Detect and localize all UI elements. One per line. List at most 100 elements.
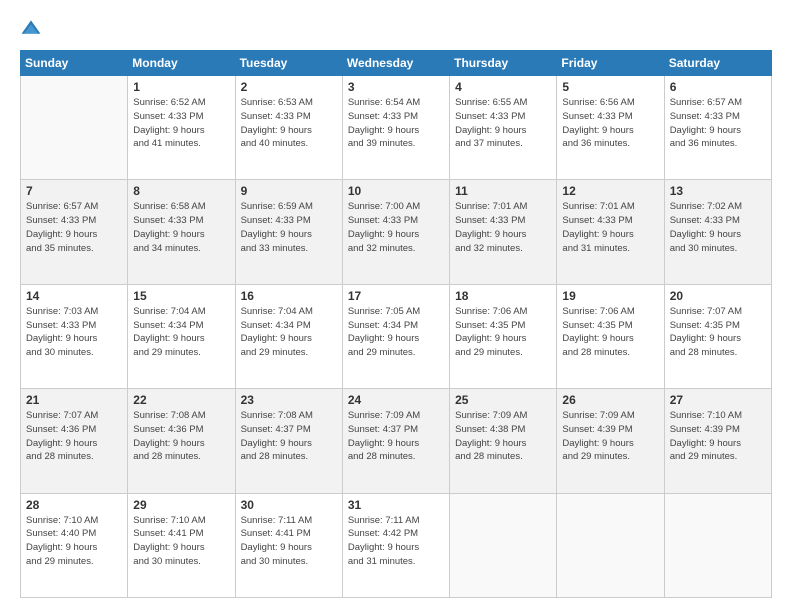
calendar-cell: 30 Sunrise: 7:11 AMSunset: 4:41 PMDayligh…: [235, 493, 342, 597]
calendar-table: SundayMondayTuesdayWednesdayThursdayFrid…: [20, 50, 772, 598]
day-number: 21: [26, 393, 122, 407]
calendar-week-row: 28Sunrise: 7:10 AMSunset: 4:40 PMDayligh…: [21, 493, 772, 597]
calendar-cell: 9 Sunrise: 6:59 AMSunset: 4:33 PMDaylight…: [235, 180, 342, 284]
day-number: 5: [562, 80, 658, 94]
logo: [20, 18, 46, 40]
calendar-cell: 12Sunrise: 7:01 AMSunset: 4:33 PMDayligh…: [557, 180, 664, 284]
day-info: Sunrise: 6:59 AMSunset: 4:33 PMDaylight:…: [241, 200, 337, 255]
calendar-cell: 3 Sunrise: 6:54 AMSunset: 4:33 PMDaylight…: [342, 76, 449, 180]
day-info: Sunrise: 7:06 AMSunset: 4:35 PMDaylight:…: [562, 305, 658, 360]
day-info: Sunrise: 6:56 AMSunset: 4:33 PMDaylight:…: [562, 96, 658, 151]
day-info: Sunrise: 7:04 AMSunset: 4:34 PMDaylight:…: [241, 305, 337, 360]
calendar-cell: 4Sunrise: 6:55 AMSunset: 4:33 PMDaylight…: [450, 76, 557, 180]
calendar-cell: 31 Sunrise: 7:11 AMSunset: 4:42 PMDayligh…: [342, 493, 449, 597]
day-of-week-header: Saturday: [664, 51, 771, 76]
calendar-cell: 7Sunrise: 6:57 AMSunset: 4:33 PMDaylight…: [21, 180, 128, 284]
calendar-cell: 21 Sunrise: 7:07 AMSunset: 4:36 PMDayligh…: [21, 389, 128, 493]
day-of-week-header: Sunday: [21, 51, 128, 76]
day-number: 14: [26, 289, 122, 303]
day-info: Sunrise: 7:11 AMSunset: 4:41 PMDaylight:…: [241, 514, 337, 569]
day-of-week-header: Thursday: [450, 51, 557, 76]
day-info: Sunrise: 7:08 AMSunset: 4:37 PMDaylight:…: [241, 409, 337, 464]
day-info: Sunrise: 6:57 AMSunset: 4:33 PMDaylight:…: [26, 200, 122, 255]
logo-icon: [20, 18, 42, 40]
calendar-cell: [21, 76, 128, 180]
day-info: Sunrise: 6:55 AMSunset: 4:33 PMDaylight:…: [455, 96, 551, 151]
day-info: Sunrise: 7:04 AMSunset: 4:34 PMDaylight:…: [133, 305, 229, 360]
day-info: Sunrise: 6:53 AMSunset: 4:33 PMDaylight:…: [241, 96, 337, 151]
day-number: 31: [348, 498, 444, 512]
day-info: Sunrise: 7:00 AMSunset: 4:33 PMDaylight:…: [348, 200, 444, 255]
calendar-cell: 11 Sunrise: 7:01 AMSunset: 4:33 PMDayligh…: [450, 180, 557, 284]
day-number: 20: [670, 289, 766, 303]
day-info: Sunrise: 7:09 AMSunset: 4:39 PMDaylight:…: [562, 409, 658, 464]
day-info: Sunrise: 6:52 AMSunset: 4:33 PMDaylight:…: [133, 96, 229, 151]
calendar-cell: 8 Sunrise: 6:58 AMSunset: 4:33 PMDaylight…: [128, 180, 235, 284]
calendar-cell: 15 Sunrise: 7:04 AMSunset: 4:34 PMDayligh…: [128, 284, 235, 388]
calendar-week-row: 7Sunrise: 6:57 AMSunset: 4:33 PMDaylight…: [21, 180, 772, 284]
calendar-cell: 26Sunrise: 7:09 AMSunset: 4:39 PMDayligh…: [557, 389, 664, 493]
day-number: 10: [348, 184, 444, 198]
day-info: Sunrise: 7:05 AMSunset: 4:34 PMDaylight:…: [348, 305, 444, 360]
day-number: 1: [133, 80, 229, 94]
calendar-cell: 13 Sunrise: 7:02 AMSunset: 4:33 PMDayligh…: [664, 180, 771, 284]
day-number: 3: [348, 80, 444, 94]
header: [20, 18, 772, 40]
day-of-week-header: Friday: [557, 51, 664, 76]
day-info: Sunrise: 7:09 AMSunset: 4:38 PMDaylight:…: [455, 409, 551, 464]
calendar-cell: 2 Sunrise: 6:53 AMSunset: 4:33 PMDaylight…: [235, 76, 342, 180]
calendar-cell: 24 Sunrise: 7:09 AMSunset: 4:37 PMDayligh…: [342, 389, 449, 493]
day-number: 18: [455, 289, 551, 303]
day-number: 13: [670, 184, 766, 198]
day-number: 19: [562, 289, 658, 303]
day-of-week-header: Monday: [128, 51, 235, 76]
calendar-cell: 19 Sunrise: 7:06 AMSunset: 4:35 PMDayligh…: [557, 284, 664, 388]
day-number: 30: [241, 498, 337, 512]
calendar-cell: 27 Sunrise: 7:10 AMSunset: 4:39 PMDayligh…: [664, 389, 771, 493]
day-info: Sunrise: 7:07 AMSunset: 4:35 PMDaylight:…: [670, 305, 766, 360]
day-info: Sunrise: 7:01 AMSunset: 4:33 PMDaylight:…: [455, 200, 551, 255]
day-number: 27: [670, 393, 766, 407]
calendar-cell: 23 Sunrise: 7:08 AMSunset: 4:37 PMDayligh…: [235, 389, 342, 493]
day-number: 16: [241, 289, 337, 303]
calendar-week-row: 14 Sunrise: 7:03 AMSunset: 4:33 PMDayligh…: [21, 284, 772, 388]
calendar-cell: [450, 493, 557, 597]
day-info: Sunrise: 7:11 AMSunset: 4:42 PMDaylight:…: [348, 514, 444, 569]
day-info: Sunrise: 7:06 AMSunset: 4:35 PMDaylight:…: [455, 305, 551, 360]
calendar-cell: 28Sunrise: 7:10 AMSunset: 4:40 PMDayligh…: [21, 493, 128, 597]
day-info: Sunrise: 7:10 AMSunset: 4:40 PMDaylight:…: [26, 514, 122, 569]
day-number: 6: [670, 80, 766, 94]
calendar-cell: 25 Sunrise: 7:09 AMSunset: 4:38 PMDayligh…: [450, 389, 557, 493]
day-info: Sunrise: 7:10 AMSunset: 4:39 PMDaylight:…: [670, 409, 766, 464]
day-number: 22: [133, 393, 229, 407]
day-number: 9: [241, 184, 337, 198]
day-of-week-header: Wednesday: [342, 51, 449, 76]
day-number: 17: [348, 289, 444, 303]
day-of-week-header: Tuesday: [235, 51, 342, 76]
calendar-cell: 6 Sunrise: 6:57 AMSunset: 4:33 PMDaylight…: [664, 76, 771, 180]
calendar-cell: 17 Sunrise: 7:05 AMSunset: 4:34 PMDayligh…: [342, 284, 449, 388]
page: SundayMondayTuesdayWednesdayThursdayFrid…: [0, 0, 792, 612]
day-number: 23: [241, 393, 337, 407]
day-number: 24: [348, 393, 444, 407]
day-info: Sunrise: 6:57 AMSunset: 4:33 PMDaylight:…: [670, 96, 766, 151]
day-number: 25: [455, 393, 551, 407]
day-number: 15: [133, 289, 229, 303]
day-info: Sunrise: 6:54 AMSunset: 4:33 PMDaylight:…: [348, 96, 444, 151]
day-info: Sunrise: 7:08 AMSunset: 4:36 PMDaylight:…: [133, 409, 229, 464]
day-info: Sunrise: 6:58 AMSunset: 4:33 PMDaylight:…: [133, 200, 229, 255]
calendar-cell: 29Sunrise: 7:10 AMSunset: 4:41 PMDayligh…: [128, 493, 235, 597]
calendar-week-row: 21 Sunrise: 7:07 AMSunset: 4:36 PMDayligh…: [21, 389, 772, 493]
day-number: 11: [455, 184, 551, 198]
day-number: 8: [133, 184, 229, 198]
day-info: Sunrise: 7:02 AMSunset: 4:33 PMDaylight:…: [670, 200, 766, 255]
calendar-week-row: 1 Sunrise: 6:52 AMSunset: 4:33 PMDaylight…: [21, 76, 772, 180]
calendar-cell: 1 Sunrise: 6:52 AMSunset: 4:33 PMDaylight…: [128, 76, 235, 180]
day-info: Sunrise: 7:07 AMSunset: 4:36 PMDaylight:…: [26, 409, 122, 464]
day-info: Sunrise: 7:09 AMSunset: 4:37 PMDaylight:…: [348, 409, 444, 464]
calendar-cell: [557, 493, 664, 597]
day-number: 12: [562, 184, 658, 198]
calendar-cell: 10 Sunrise: 7:00 AMSunset: 4:33 PMDayligh…: [342, 180, 449, 284]
day-info: Sunrise: 7:03 AMSunset: 4:33 PMDaylight:…: [26, 305, 122, 360]
day-number: 2: [241, 80, 337, 94]
